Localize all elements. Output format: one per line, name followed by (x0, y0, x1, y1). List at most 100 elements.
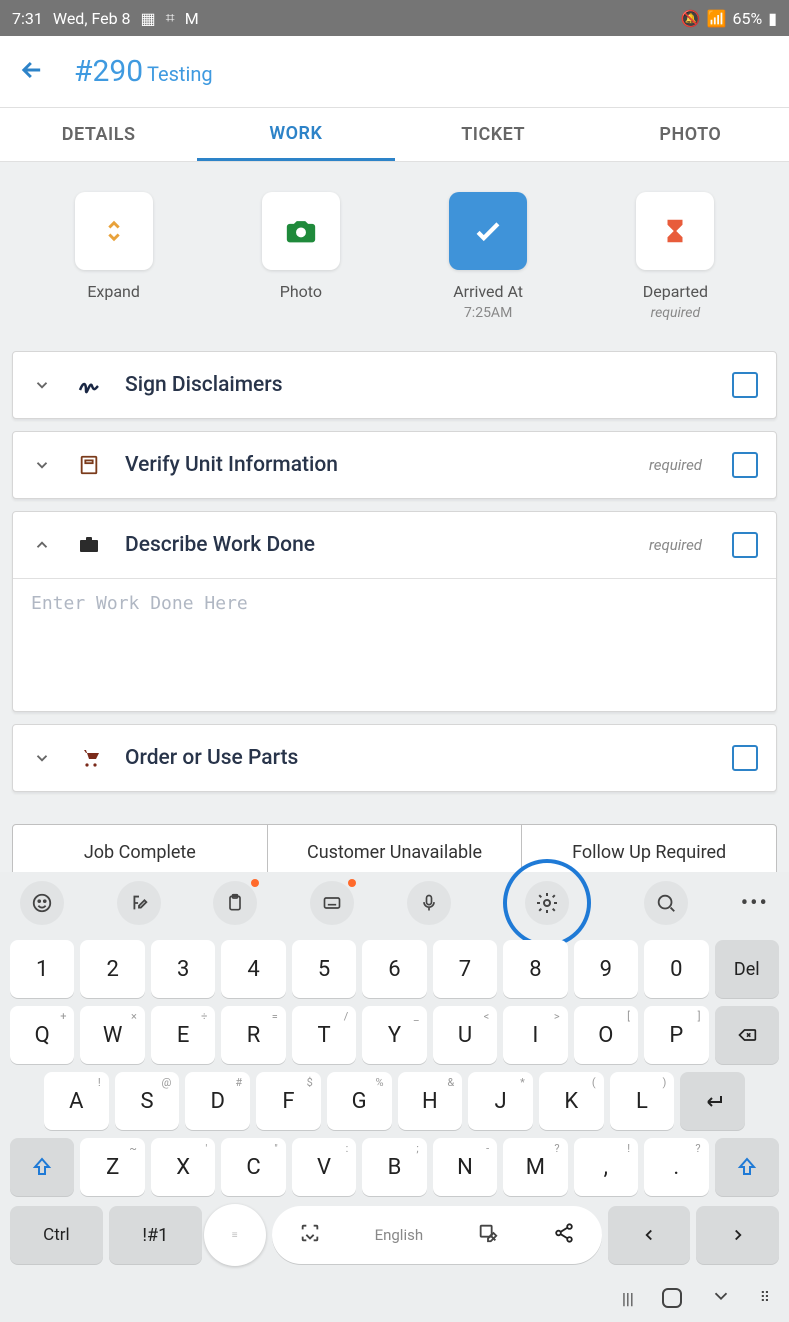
android-status-bar: 7:31 Wed, Feb 8 ▦ ⌗ M 🔕 📶 65% ▮ (0, 0, 789, 36)
key-backspace[interactable] (715, 1006, 779, 1064)
key-period[interactable]: .? (644, 1138, 708, 1196)
key-4[interactable]: 4 (221, 940, 285, 998)
key-p[interactable]: P] (644, 1006, 708, 1064)
gmail-icon: M (185, 9, 199, 28)
required-label: required (649, 456, 702, 474)
key-spacebar[interactable]: English (272, 1206, 602, 1264)
back-icon[interactable] (710, 1285, 732, 1311)
emoji-icon[interactable] (20, 881, 64, 925)
key-5[interactable]: 5 (292, 940, 356, 998)
key-e[interactable]: E÷ (151, 1006, 215, 1064)
keyboard-row-a: A! S@ D# F$ G% H& J* K( L) (10, 1072, 779, 1130)
work-done-input[interactable] (31, 593, 758, 693)
tab-photo[interactable]: PHOTO (592, 108, 789, 161)
key-g[interactable]: G% (327, 1072, 392, 1130)
soft-keyboard: ••• 1 2 3 4 5 6 7 8 9 0 Del Q+ W× E÷ R= … (0, 872, 789, 1322)
key-j[interactable]: J* (468, 1072, 533, 1130)
key-k[interactable]: K( (539, 1072, 604, 1130)
key-symbols[interactable]: !#1 (109, 1206, 202, 1264)
item-header[interactable]: Order or Use Parts (13, 725, 776, 791)
key-n[interactable]: N- (433, 1138, 497, 1196)
arrived-at-button[interactable] (449, 192, 527, 270)
item-checkbox[interactable] (732, 452, 758, 478)
battery-icon: ▮ (768, 9, 777, 28)
departed-required: required (651, 305, 701, 321)
key-w[interactable]: W× (80, 1006, 144, 1064)
key-8[interactable]: 8 (503, 940, 567, 998)
key-c[interactable]: C" (221, 1138, 285, 1196)
key-u[interactable]: U< (433, 1006, 497, 1064)
arrived-time: 7:25AM (464, 305, 512, 321)
key-q[interactable]: Q+ (10, 1006, 74, 1064)
key-t[interactable]: T/ (292, 1006, 356, 1064)
expand-button[interactable] (75, 192, 153, 270)
key-z[interactable]: Z~ (80, 1138, 144, 1196)
gear-icon[interactable] (525, 881, 569, 925)
key-3[interactable]: 3 (151, 940, 215, 998)
key-y[interactable]: Y_ (362, 1006, 426, 1064)
keyboard-hide-icon[interactable]: ⠿ (760, 1290, 769, 1306)
job-complete-button[interactable]: Job Complete (13, 825, 268, 879)
item-checkbox[interactable] (732, 532, 758, 558)
item-describe-work: Describe Work Done required (12, 511, 777, 712)
key-enter[interactable] (680, 1072, 745, 1130)
action-row: Expand Photo Arrived At 7:25AM Departed … (0, 162, 789, 331)
key-2[interactable]: 2 (80, 940, 144, 998)
key-1[interactable]: 1 (10, 940, 74, 998)
clipboard-preview[interactable]: ≡ (204, 1204, 266, 1266)
key-l[interactable]: L) (610, 1072, 675, 1130)
photo-label: Photo (280, 282, 322, 301)
key-i[interactable]: I> (503, 1006, 567, 1064)
scan-icon (299, 1222, 321, 1248)
briefcase-icon (75, 533, 103, 557)
departed-button[interactable] (636, 192, 714, 270)
key-v[interactable]: V: (292, 1138, 356, 1196)
item-header[interactable]: Describe Work Done required (13, 512, 776, 578)
key-r[interactable]: R= (221, 1006, 285, 1064)
key-7[interactable]: 7 (433, 940, 497, 998)
key-d[interactable]: D# (185, 1072, 250, 1130)
clipboard-icon[interactable] (213, 881, 257, 925)
key-h[interactable]: H& (398, 1072, 463, 1130)
back-arrow-icon[interactable] (18, 56, 46, 88)
item-sign-disclaimers: Sign Disclaimers (12, 351, 777, 419)
tab-ticket[interactable]: TICKET (395, 108, 592, 161)
key-shift-right[interactable] (715, 1138, 779, 1196)
keyboard-mode-icon[interactable] (310, 881, 354, 925)
key-a[interactable]: A! (44, 1072, 109, 1130)
item-checkbox[interactable] (732, 745, 758, 771)
key-0[interactable]: 0 (644, 940, 708, 998)
tab-details[interactable]: DETAILS (0, 108, 197, 161)
key-s[interactable]: S@ (115, 1072, 180, 1130)
key-arrow-right[interactable] (696, 1206, 779, 1264)
item-checkbox[interactable] (732, 372, 758, 398)
key-9[interactable]: 9 (574, 940, 638, 998)
home-icon[interactable] (662, 1288, 682, 1308)
mic-icon[interactable] (407, 881, 451, 925)
key-f[interactable]: F$ (256, 1072, 321, 1130)
customer-unavailable-button[interactable]: Customer Unavailable (268, 825, 523, 879)
text-edit-icon[interactable] (117, 881, 161, 925)
key-o[interactable]: O[ (574, 1006, 638, 1064)
photo-button[interactable] (262, 192, 340, 270)
key-comma[interactable]: ,! (574, 1138, 638, 1196)
item-title: Order or Use Parts (125, 746, 710, 770)
item-header[interactable]: Sign Disclaimers (13, 352, 776, 418)
key-del[interactable]: Del (715, 940, 779, 998)
keyboard-row-numbers: 1 2 3 4 5 6 7 8 9 0 Del (10, 940, 779, 998)
key-b[interactable]: B; (362, 1138, 426, 1196)
tab-work[interactable]: WORK (197, 108, 394, 161)
item-title: Verify Unit Information (125, 453, 627, 477)
key-x[interactable]: X' (151, 1138, 215, 1196)
key-6[interactable]: 6 (362, 940, 426, 998)
chevron-down-icon (31, 749, 53, 767)
search-icon[interactable] (644, 881, 688, 925)
item-header[interactable]: Verify Unit Information required (13, 432, 776, 498)
key-ctrl[interactable]: Ctrl (10, 1206, 103, 1264)
key-m[interactable]: M? (503, 1138, 567, 1196)
key-arrow-left[interactable] (608, 1206, 691, 1264)
chevron-down-icon (31, 456, 53, 474)
more-icon[interactable]: ••• (741, 891, 769, 916)
recents-icon[interactable]: ||| (622, 1289, 634, 1308)
key-shift-left[interactable] (10, 1138, 74, 1196)
